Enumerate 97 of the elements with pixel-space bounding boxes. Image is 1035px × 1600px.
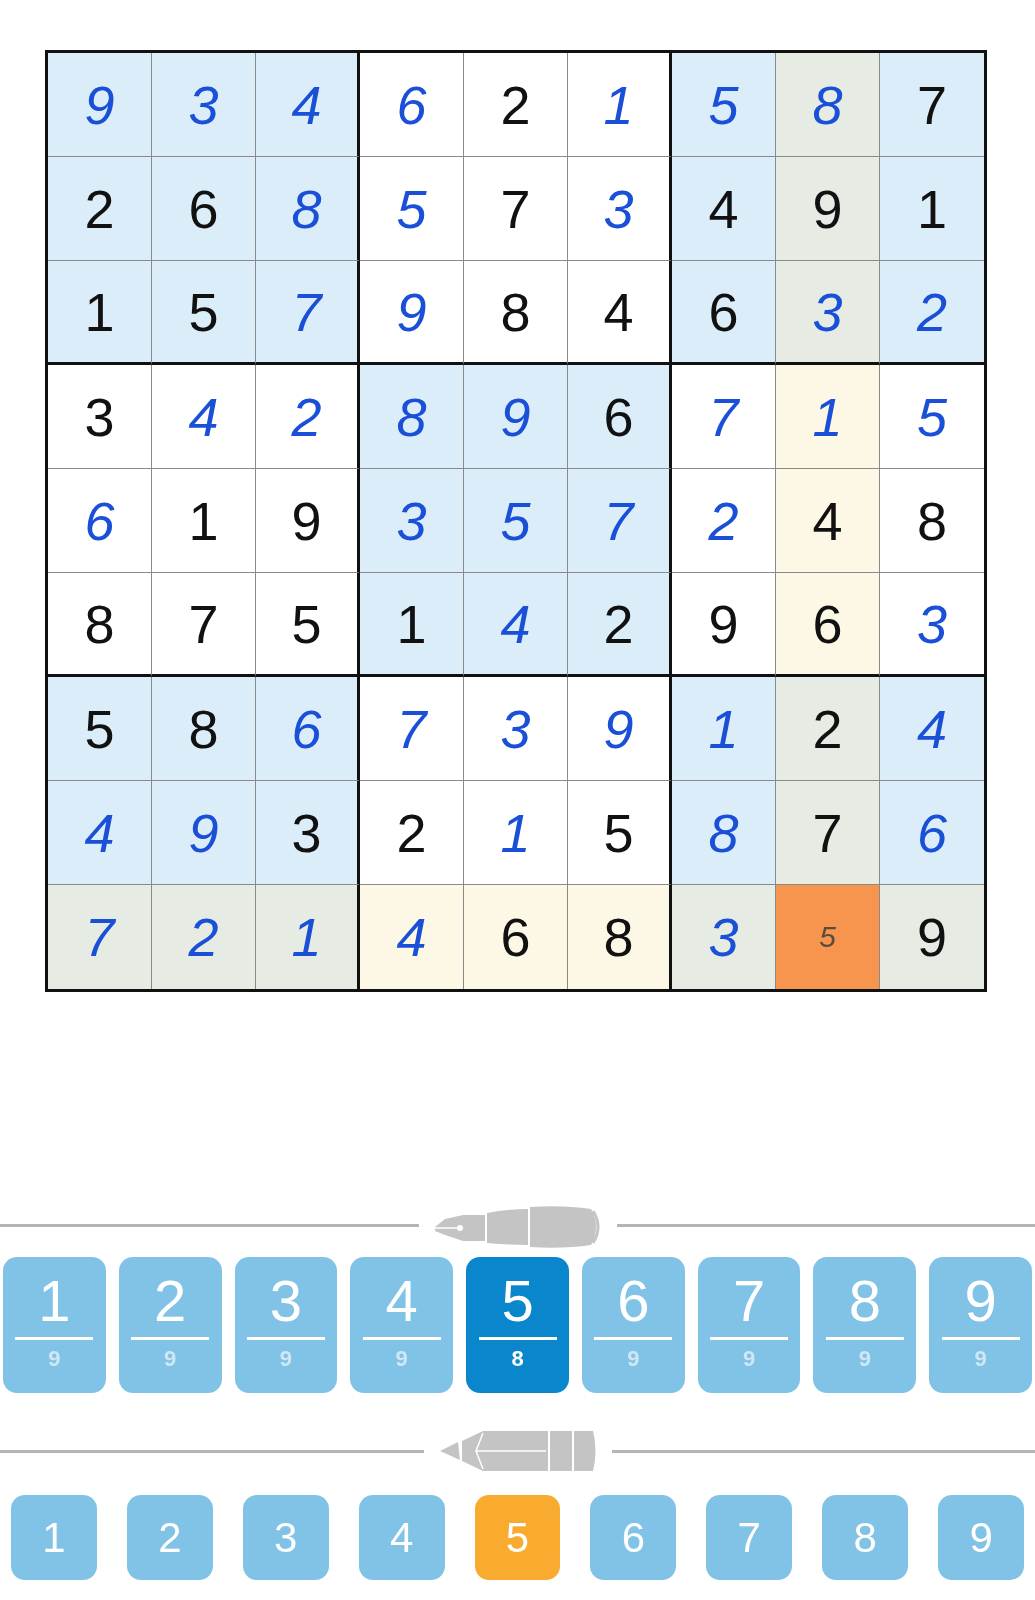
grid-cell[interactable]: 7 xyxy=(880,53,984,157)
grid-cell[interactable]: 7 xyxy=(48,885,152,989)
grid-cell[interactable]: 2 xyxy=(672,469,776,573)
grid-cell[interactable]: 5 xyxy=(360,157,464,261)
grid-cell[interactable]: 7 xyxy=(672,365,776,469)
grid-cell[interactable]: 6 xyxy=(776,573,880,677)
grid-cell[interactable]: 1 xyxy=(568,53,672,157)
digit: 1 xyxy=(15,1269,94,1340)
remaining-count: 9 xyxy=(395,1346,408,1372)
grid-cell[interactable]: 4 xyxy=(568,261,672,365)
grid-cell[interactable]: 4 xyxy=(152,365,256,469)
grid-cell[interactable]: 3 xyxy=(256,781,360,885)
grid-cell[interactable]: 6 xyxy=(464,885,568,989)
grid-cell[interactable]: 3 xyxy=(568,157,672,261)
grid-cell[interactable]: 4 xyxy=(464,573,568,677)
grid-cell[interactable]: 6 xyxy=(256,677,360,781)
grid-cell[interactable]: 1 xyxy=(256,885,360,989)
grid-cell[interactable]: 9 xyxy=(568,677,672,781)
grid-cell[interactable]: 3 xyxy=(152,53,256,157)
grid-cell[interactable]: 5 xyxy=(672,53,776,157)
grid-cell[interactable]: 4 xyxy=(880,677,984,781)
grid-cell[interactable]: 1 xyxy=(360,573,464,677)
grid-cell[interactable]: 6 xyxy=(568,365,672,469)
grid-cell[interactable]: 2 xyxy=(152,885,256,989)
digit: 4 xyxy=(362,1269,441,1340)
grid-cell[interactable]: 2 xyxy=(776,677,880,781)
grid-cell[interactable]: 8 xyxy=(776,53,880,157)
grid-cell[interactable]: 5 xyxy=(464,469,568,573)
grid-cell[interactable]: 5 xyxy=(568,781,672,885)
digit: 3 xyxy=(246,1269,325,1340)
grid-cell[interactable]: 6 xyxy=(360,53,464,157)
grid-cell[interactable]: 5 xyxy=(48,677,152,781)
grid-cell[interactable]: 8 xyxy=(48,573,152,677)
grid-cell[interactable]: 5 xyxy=(152,261,256,365)
grid-cell[interactable]: 2 xyxy=(48,157,152,261)
grid-cell[interactable]: 4 xyxy=(256,53,360,157)
digit: 9 xyxy=(941,1269,1020,1340)
grid-cell[interactable]: 3 xyxy=(48,365,152,469)
digit: 8 xyxy=(825,1269,904,1340)
grid-cell[interactable]: 1 xyxy=(152,469,256,573)
grid-cell[interactable]: 1 xyxy=(672,677,776,781)
grid-cell[interactable]: 9 xyxy=(360,261,464,365)
grid-cell[interactable]: 7 xyxy=(568,469,672,573)
grid-cell[interactable]: 1 xyxy=(48,261,152,365)
grid-cell[interactable]: 7 xyxy=(152,573,256,677)
digit-button[interactable]: 5 8 xyxy=(466,1257,569,1393)
grid-cell[interactable]: 9 xyxy=(48,53,152,157)
grid-cell[interactable]: 2 xyxy=(464,53,568,157)
grid-cell[interactable]: 5 xyxy=(776,885,880,989)
remaining-count: 8 xyxy=(511,1346,524,1372)
grid-cell[interactable]: 4 xyxy=(360,885,464,989)
grid-cell[interactable]: 8 xyxy=(256,157,360,261)
remaining-count: 9 xyxy=(48,1346,61,1372)
grid-cell[interactable]: 1 xyxy=(776,365,880,469)
grid-cell[interactable]: 5 xyxy=(256,573,360,677)
grid-cell[interactable]: 9 xyxy=(880,885,984,989)
remaining-count: 9 xyxy=(742,1346,756,1372)
remaining-count: 9 xyxy=(164,1346,177,1372)
digit: 6 xyxy=(594,1269,673,1340)
grid-cell[interactable]: 6 xyxy=(672,261,776,365)
grid-cell[interactable]: 8 xyxy=(152,677,256,781)
grid-cell[interactable]: 3 xyxy=(672,885,776,989)
remaining-count: 9 xyxy=(974,1346,987,1372)
grid-cell[interactable]: 4 xyxy=(672,157,776,261)
grid-cell[interactable]: 6 xyxy=(48,469,152,573)
grid-cell[interactable]: 6 xyxy=(880,781,984,885)
grid-cell[interactable]: 9 xyxy=(152,781,256,885)
grid-cell[interactable]: 8 xyxy=(360,365,464,469)
digit: 7 xyxy=(710,1269,789,1340)
grid-cell[interactable]: 7 xyxy=(464,157,568,261)
grid-cell[interactable]: 9 xyxy=(672,573,776,677)
grid-cell[interactable]: 8 xyxy=(464,261,568,365)
grid-cell[interactable]: 3 xyxy=(360,469,464,573)
digit: 2 xyxy=(131,1269,210,1340)
grid-cell[interactable]: 2 xyxy=(568,573,672,677)
grid-cell[interactable]: 2 xyxy=(360,781,464,885)
grid-cell[interactable]: 1 xyxy=(464,781,568,885)
digit: 5 xyxy=(478,1269,557,1340)
grid-cell[interactable]: 4 xyxy=(776,469,880,573)
remaining-count: 9 xyxy=(627,1346,640,1372)
grid-cell[interactable]: 1 xyxy=(880,157,984,261)
grid-cell[interactable]: 9 xyxy=(776,157,880,261)
grid-cell[interactable]: 7 xyxy=(360,677,464,781)
grid-cell[interactable]: 8 xyxy=(568,885,672,989)
remaining-count: 9 xyxy=(858,1346,871,1372)
grid-cell[interactable]: 2 xyxy=(880,261,984,365)
grid-cell[interactable]: 4 xyxy=(48,781,152,885)
grid-cell[interactable]: 7 xyxy=(776,781,880,885)
grid-cell[interactable]: 8 xyxy=(672,781,776,885)
grid-cell[interactable]: 6 xyxy=(152,157,256,261)
grid-cell[interactable]: 3 xyxy=(464,677,568,781)
grid-cell[interactable]: 2 xyxy=(256,365,360,469)
grid-cell[interactable]: 9 xyxy=(464,365,568,469)
grid-cell[interactable]: 7 xyxy=(256,261,360,365)
grid-cell[interactable]: 9 xyxy=(256,469,360,573)
grid-cell[interactable]: 3 xyxy=(776,261,880,365)
remaining-count: 9 xyxy=(279,1346,293,1372)
